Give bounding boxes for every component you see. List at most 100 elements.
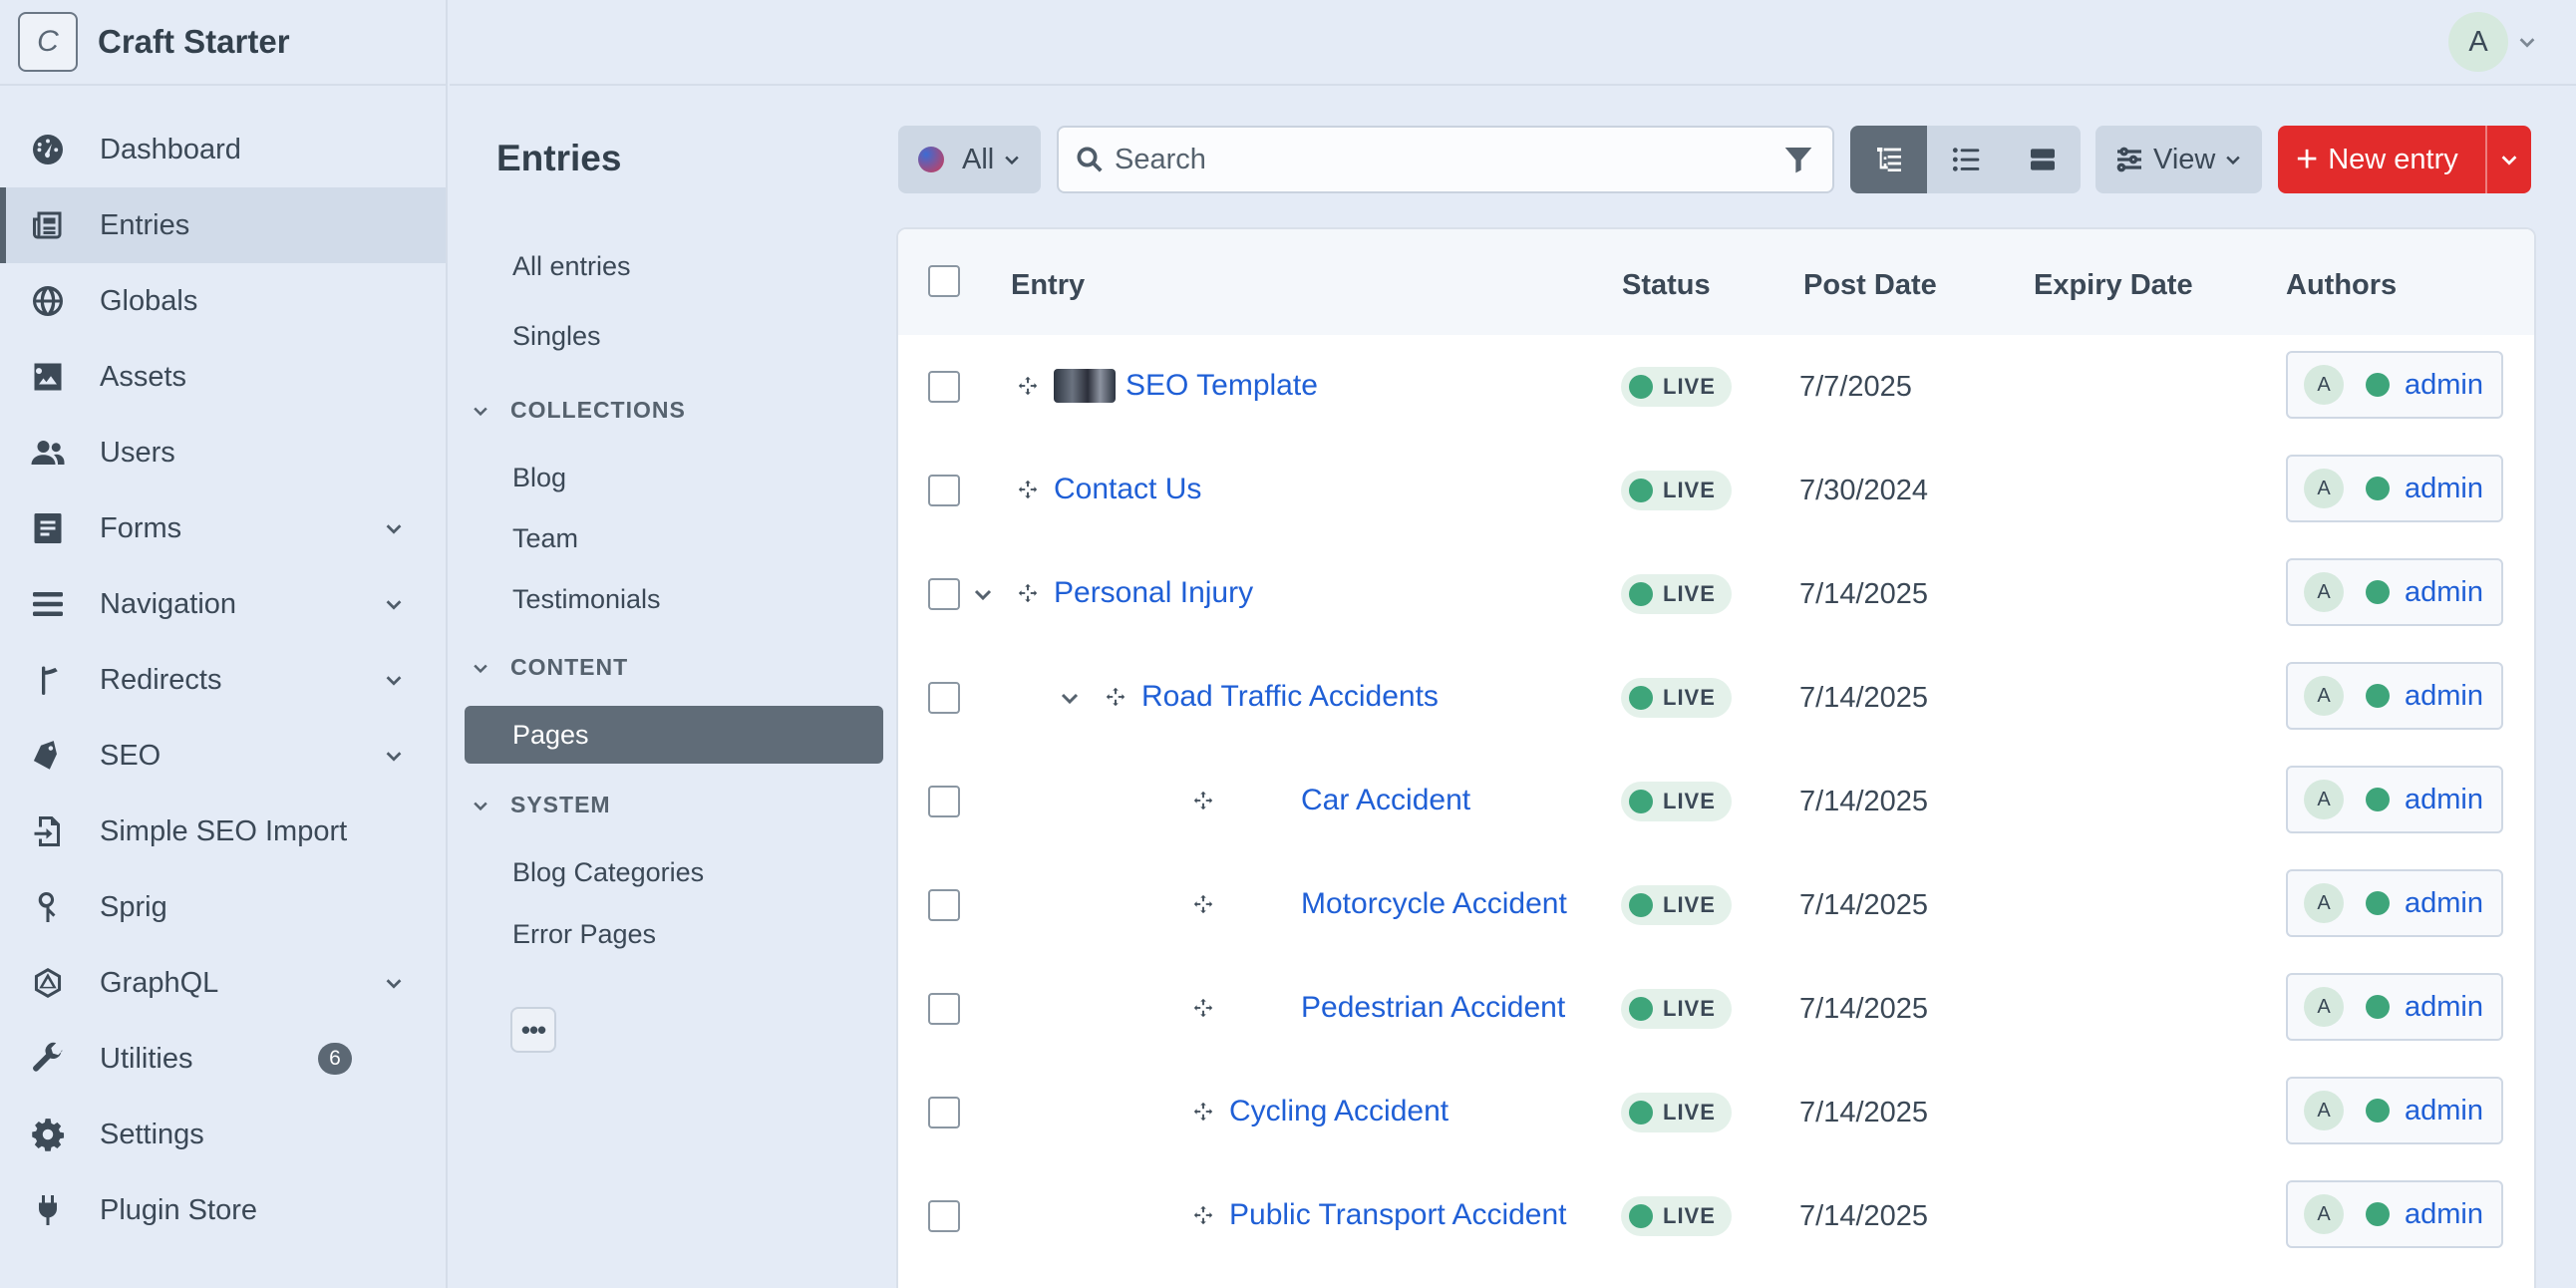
nav-item-assets[interactable]: Assets xyxy=(0,339,446,415)
author-chip[interactable]: Aadmin xyxy=(2286,351,2503,419)
author-chip[interactable]: Aadmin xyxy=(2286,766,2503,833)
move-icon[interactable] xyxy=(1105,686,1127,708)
row-checkbox[interactable] xyxy=(928,1097,960,1128)
author-chip[interactable]: Aadmin xyxy=(2286,973,2503,1041)
entry-title-link[interactable]: Public Transport Accident xyxy=(1229,1198,1567,1232)
source-blog-categories[interactable]: Blog Categories xyxy=(512,857,704,888)
author-chip[interactable]: Aadmin xyxy=(2286,455,2503,522)
site-logo[interactable]: C xyxy=(18,12,78,72)
table-row[interactable]: Personal Injury LIVE 7/14/2025 Aadmin xyxy=(898,542,2534,646)
row-checkbox[interactable] xyxy=(928,371,960,403)
select-all-checkbox[interactable] xyxy=(928,265,960,297)
structure-view-button[interactable] xyxy=(1850,126,1927,193)
column-expiry-date[interactable]: Expiry Date xyxy=(2034,269,2193,302)
row-checkbox[interactable] xyxy=(928,786,960,817)
table-row[interactable]: Road Traffic Accidents LIVE 7/14/2025 Aa… xyxy=(898,646,2534,750)
nav-item-sprig[interactable]: Sprig xyxy=(0,869,446,945)
author-name[interactable]: admin xyxy=(2405,887,2483,920)
move-icon[interactable] xyxy=(1017,479,1039,500)
cards-view-button[interactable] xyxy=(2004,126,2081,193)
content-heading[interactable]: CONTENT xyxy=(471,654,628,681)
author-name[interactable]: admin xyxy=(2405,473,2483,505)
column-authors[interactable]: Authors xyxy=(2286,269,2397,302)
site-menu-button[interactable]: All xyxy=(898,126,1041,193)
nav-item-entries[interactable]: Entries xyxy=(0,187,446,263)
source-testimonials[interactable]: Testimonials xyxy=(512,584,661,615)
collections-heading[interactable]: COLLECTIONS xyxy=(471,397,686,424)
author-name[interactable]: admin xyxy=(2405,680,2483,713)
source-error-pages[interactable]: Error Pages xyxy=(512,919,656,950)
move-icon[interactable] xyxy=(1192,997,1214,1019)
filter-icon[interactable] xyxy=(1782,144,1816,177)
chevron-down-icon[interactable] xyxy=(971,582,995,606)
avatar[interactable]: A xyxy=(2448,12,2508,72)
row-checkbox[interactable] xyxy=(928,578,960,610)
row-checkbox[interactable] xyxy=(928,475,960,506)
author-chip[interactable]: Aadmin xyxy=(2286,869,2503,937)
chevron-down-icon[interactable] xyxy=(374,517,414,539)
move-icon[interactable] xyxy=(1192,893,1214,915)
author-chip[interactable]: Aadmin xyxy=(2286,558,2503,626)
more-options-button[interactable]: ••• xyxy=(510,1007,556,1053)
site-name[interactable]: Craft Starter xyxy=(98,23,290,61)
chevron-down-icon[interactable] xyxy=(374,745,414,767)
view-menu-button[interactable]: View xyxy=(2095,126,2262,193)
new-entry-button[interactable]: + New entry xyxy=(2278,126,2485,193)
author-name[interactable]: admin xyxy=(2405,991,2483,1024)
chevron-down-icon[interactable] xyxy=(374,972,414,994)
row-checkbox[interactable] xyxy=(928,889,960,921)
source-blog[interactable]: Blog xyxy=(512,463,566,493)
table-row[interactable]: Public Transport Accident LIVE 7/14/2025… xyxy=(898,1164,2534,1268)
column-post-date[interactable]: Post Date xyxy=(1803,269,1937,302)
nav-item-users[interactable]: Users xyxy=(0,415,446,490)
system-heading[interactable]: SYSTEM xyxy=(471,792,611,818)
search-input[interactable] xyxy=(1115,143,1772,176)
author-name[interactable]: admin xyxy=(2405,784,2483,816)
source-all-entries[interactable]: All entries xyxy=(512,251,631,282)
author-name[interactable]: admin xyxy=(2405,1095,2483,1127)
new-entry-menu-button[interactable] xyxy=(2485,126,2531,193)
entry-title-link[interactable]: Personal Injury xyxy=(1054,576,1253,610)
entry-title-link[interactable]: Car Accident xyxy=(1301,784,1470,817)
entry-title-link[interactable]: Contact Us xyxy=(1054,473,1201,506)
table-view-button[interactable] xyxy=(1927,126,2004,193)
row-checkbox[interactable] xyxy=(928,993,960,1025)
move-icon[interactable] xyxy=(1017,582,1039,604)
author-chip[interactable]: Aadmin xyxy=(2286,662,2503,730)
nav-item-dashboard[interactable]: Dashboard xyxy=(0,112,446,187)
nav-item-redirects[interactable]: Redirects xyxy=(0,642,446,718)
move-icon[interactable] xyxy=(1192,1101,1214,1123)
author-name[interactable]: admin xyxy=(2405,576,2483,609)
nav-item-forms[interactable]: Forms xyxy=(0,490,446,566)
move-icon[interactable] xyxy=(1192,1204,1214,1226)
column-status[interactable]: Status xyxy=(1622,269,1711,302)
table-row[interactable]: Motorcycle Accident LIVE 7/14/2025 Aadmi… xyxy=(898,853,2534,957)
table-row[interactable]: Contact Us LIVE 7/30/2024 Aadmin xyxy=(898,439,2534,542)
table-row[interactable]: SEO Template LIVE 7/7/2025 Aadmin xyxy=(898,335,2534,439)
author-name[interactable]: admin xyxy=(2405,369,2483,402)
row-checkbox[interactable] xyxy=(928,682,960,714)
user-menu[interactable]: A xyxy=(2448,12,2538,72)
table-row[interactable]: Pedestrian Accident LIVE 7/14/2025 Aadmi… xyxy=(898,957,2534,1061)
table-row[interactable]: Car Accident LIVE 7/14/2025 Aadmin xyxy=(898,750,2534,853)
move-icon[interactable] xyxy=(1192,790,1214,811)
nav-item-utilities[interactable]: Utilities 6 xyxy=(0,1021,446,1097)
source-team[interactable]: Team xyxy=(512,523,578,554)
nav-item-plugin-store[interactable]: Plugin Store xyxy=(0,1172,446,1248)
column-entry[interactable]: Entry xyxy=(1011,269,1085,302)
row-checkbox[interactable] xyxy=(928,1200,960,1232)
author-name[interactable]: admin xyxy=(2405,1198,2483,1231)
move-icon[interactable] xyxy=(1017,375,1039,397)
entry-title-link[interactable]: Cycling Accident xyxy=(1229,1095,1449,1128)
chevron-down-icon[interactable] xyxy=(1058,686,1082,710)
source-singles[interactable]: Singles xyxy=(512,321,601,352)
table-row[interactable]: Cycling Accident LIVE 7/14/2025 Aadmin xyxy=(898,1061,2534,1164)
nav-item-simple-seo-import[interactable]: Simple SEO Import xyxy=(0,794,446,869)
nav-item-graphql[interactable]: GraphQL xyxy=(0,945,446,1021)
nav-item-seo[interactable]: SEO xyxy=(0,718,446,794)
entry-title-link[interactable]: SEO Template xyxy=(1126,369,1318,403)
source-pages[interactable]: Pages xyxy=(465,706,883,764)
author-chip[interactable]: Aadmin xyxy=(2286,1077,2503,1144)
nav-item-settings[interactable]: Settings xyxy=(0,1097,446,1172)
chevron-down-icon[interactable] xyxy=(374,669,414,691)
